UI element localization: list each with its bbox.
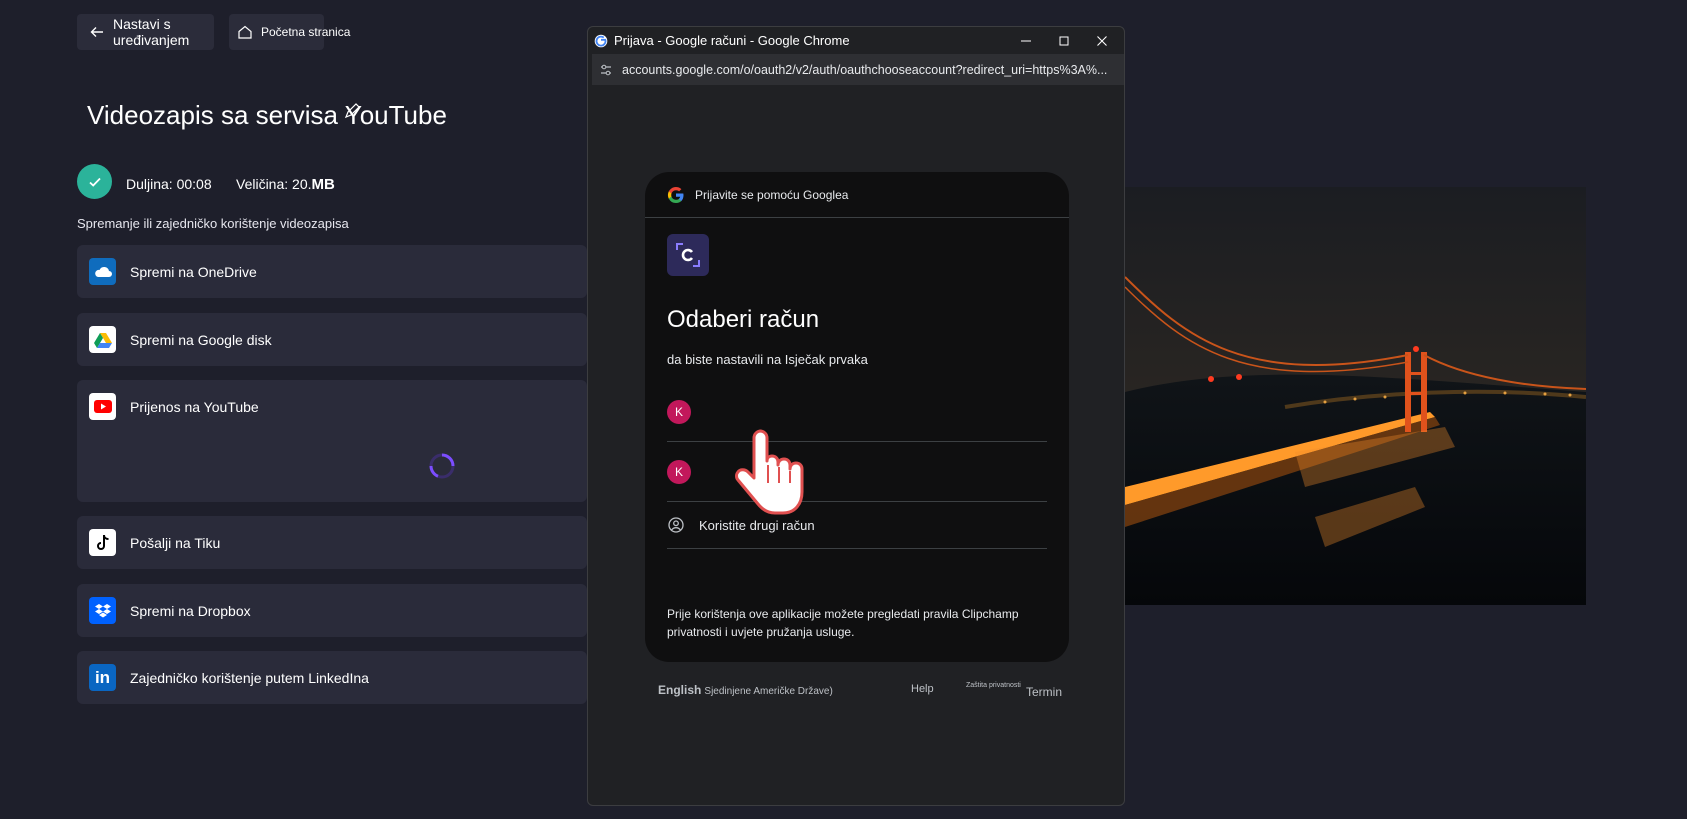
back-to-editing-label: Nastavi s uređivanjem [113,16,190,48]
home-button[interactable]: Početna stranica [229,14,350,50]
back-to-editing-button[interactable]: Nastavi s uređivanjem [77,14,214,50]
choose-account-subheading: da biste nastavili na Isječak prvaka [667,352,868,367]
choose-account-heading: Odaberi račun [667,306,820,333]
google-g-icon [594,34,608,47]
checkmark-icon [88,177,101,187]
save-to-dropbox-option[interactable]: Spremi na Dropbox [77,584,587,637]
minimize-icon[interactable] [1020,35,1032,47]
card-header: Prijavite se pomoću Googlea [645,172,1069,218]
youtube-label: Prijenos na YouTube [130,398,259,415]
home-icon [238,25,252,39]
video-duration: Duljina: 00:08 [126,176,212,192]
account-item[interactable]: K [667,442,1047,502]
youtube-icon [89,393,116,420]
send-to-tiktok-option[interactable]: Pošalji na Tiku [77,516,587,569]
terms-link[interactable]: Termin [1026,685,1062,699]
video-preview-image [1125,187,1586,605]
google-logo-icon [667,186,684,203]
onedrive-label: Spremi na OneDrive [130,263,257,280]
avatar: K [667,399,691,424]
account-item[interactable]: K [667,382,1047,442]
dropbox-label: Spremi na Dropbox [130,602,251,619]
window-title: Prijava - Google računi - Google Chrome [614,33,850,48]
share-linkedin-option[interactable]: in Zajedničko korištenje putem LinkedIna [77,651,587,704]
privacy-link[interactable]: Zaštita privatnosti [966,682,1021,689]
google-signin-window[interactable]: Prijava - Google računi - Google Chrome … [587,26,1125,806]
close-icon[interactable] [1096,35,1108,47]
address-bar[interactable]: accounts.google.com/o/oauth2/v2/auth/oau… [592,54,1124,85]
save-to-onedrive-option[interactable]: Spremi na OneDrive [77,245,587,298]
video-title[interactable]: Videozapis sa servisa YouTube [87,100,447,131]
language-label: English [658,683,702,697]
home-label: Početna stranica [261,25,351,39]
tiktok-label: Pošalji na Tiku [130,534,221,551]
clipchamp-logo-icon [667,234,709,276]
site-settings-icon[interactable] [598,62,614,78]
card-header-text: Prijavite se pomoću Googlea [695,187,849,202]
privacy-disclaimer: Prije korištenja ove aplikacije možete p… [667,607,1019,639]
pencil-edit-icon[interactable] [343,102,361,120]
video-size: Veličina: 20.MB [236,176,335,193]
dropbox-icon [89,597,116,624]
save-share-label: Spremanje ili zajedničko korištenje vide… [77,216,349,231]
window-titlebar[interactable]: Prijava - Google računi - Google Chrome [588,27,1124,54]
arrow-left-icon [90,27,103,37]
hand-pointer-cursor-icon [735,429,804,515]
save-to-google-drive-option[interactable]: Spremi na Google disk [77,313,587,366]
linkedin-label: Zajedničko korištenje putem LinkedIna [130,669,369,686]
loading-spinner-icon [429,453,455,479]
maximize-icon[interactable] [1058,35,1070,47]
choose-account-card: Prijavite se pomoću Googlea Odaberi raču… [645,172,1069,662]
avatar: K [667,459,691,484]
url-text: accounts.google.com/o/oauth2/v2/auth/oau… [622,62,1108,77]
region-label: Sjedinjene Američke Države) [704,686,833,697]
video-size-value: Veličina: 20. [236,176,312,192]
google-drive-icon [89,326,116,353]
upload-to-youtube-option[interactable]: Prijenos na YouTube [77,380,587,502]
tiktok-icon [89,529,116,556]
account-circle-icon [668,517,684,533]
help-link[interactable]: Help [911,683,934,695]
video-size-unit: MB [311,176,335,193]
google-drive-label: Spremi na Google disk [130,331,272,348]
onedrive-icon [89,258,116,285]
export-complete-check [77,164,112,199]
language-selector[interactable]: English Sjedinjene Američke Države) [658,683,833,697]
linkedin-icon: in [89,664,116,691]
use-another-account-button[interactable]: Koristite drugi račun [667,502,1047,549]
